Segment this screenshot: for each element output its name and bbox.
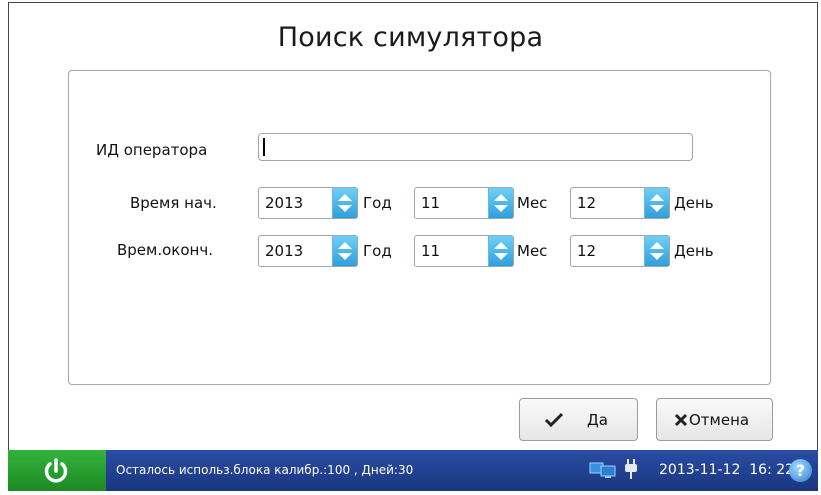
end-year-stepper[interactable] <box>332 236 357 266</box>
ok-button-label: Да <box>587 411 608 429</box>
dialog-title: Поиск симулятора <box>277 22 544 53</box>
help-icon[interactable]: ? <box>789 459 812 482</box>
calibration-status: Осталось использ.блока калибр.:100 , Дне… <box>116 463 414 477</box>
year-unit-label: Год <box>363 194 392 212</box>
year-unit-label: Год <box>363 242 392 260</box>
form-panel <box>68 70 771 385</box>
checkmark-icon <box>544 412 564 428</box>
end-day-value: 12 <box>577 242 597 260</box>
month-unit-label: Мес <box>517 242 548 260</box>
start-month-spinbox[interactable]: 11 <box>414 187 514 219</box>
start-year-spinbox[interactable]: 2013 <box>258 187 358 219</box>
power-button[interactable] <box>8 450 106 491</box>
cancel-button[interactable]: Отмена <box>656 398 773 441</box>
operator-id-label: ИД оператора <box>96 141 208 159</box>
end-time-label: Врем.оконч. <box>117 241 213 259</box>
start-day-value: 12 <box>577 194 597 212</box>
day-unit-label: День <box>674 194 714 212</box>
power-icon <box>44 458 68 483</box>
network-icon <box>589 462 616 478</box>
close-icon <box>674 413 688 427</box>
start-day-spinbox[interactable]: 12 <box>570 187 670 219</box>
day-unit-label: День <box>674 242 714 260</box>
up-down-arrows-icon <box>338 194 352 212</box>
start-month-stepper[interactable] <box>488 188 513 218</box>
month-unit-label: Мес <box>517 194 548 212</box>
up-down-arrows-icon <box>650 242 664 260</box>
ok-button[interactable]: Да <box>519 398 638 441</box>
end-year-value: 2013 <box>265 242 304 260</box>
up-down-arrows-icon <box>338 242 352 260</box>
operator-id-input[interactable] <box>258 133 693 161</box>
start-year-stepper[interactable] <box>332 188 357 218</box>
up-down-arrows-icon <box>650 194 664 212</box>
end-year-spinbox[interactable]: 2013 <box>258 235 358 267</box>
up-down-arrows-icon <box>494 194 508 212</box>
start-day-stepper[interactable] <box>644 188 669 218</box>
end-month-value: 11 <box>421 242 441 260</box>
end-day-stepper[interactable] <box>644 236 669 266</box>
up-down-arrows-icon <box>494 242 508 260</box>
end-day-spinbox[interactable]: 12 <box>570 235 670 267</box>
end-month-stepper[interactable] <box>488 236 513 266</box>
cancel-button-label: Отмена <box>689 411 750 429</box>
end-month-spinbox[interactable]: 11 <box>414 235 514 267</box>
status-datetime: 2013-11-12 16: 22 <box>659 462 795 478</box>
text-caret <box>263 138 265 156</box>
start-year-value: 2013 <box>265 194 304 212</box>
start-month-value: 11 <box>421 194 441 212</box>
start-time-label: Время нач. <box>130 194 217 212</box>
plug-icon <box>625 459 637 479</box>
